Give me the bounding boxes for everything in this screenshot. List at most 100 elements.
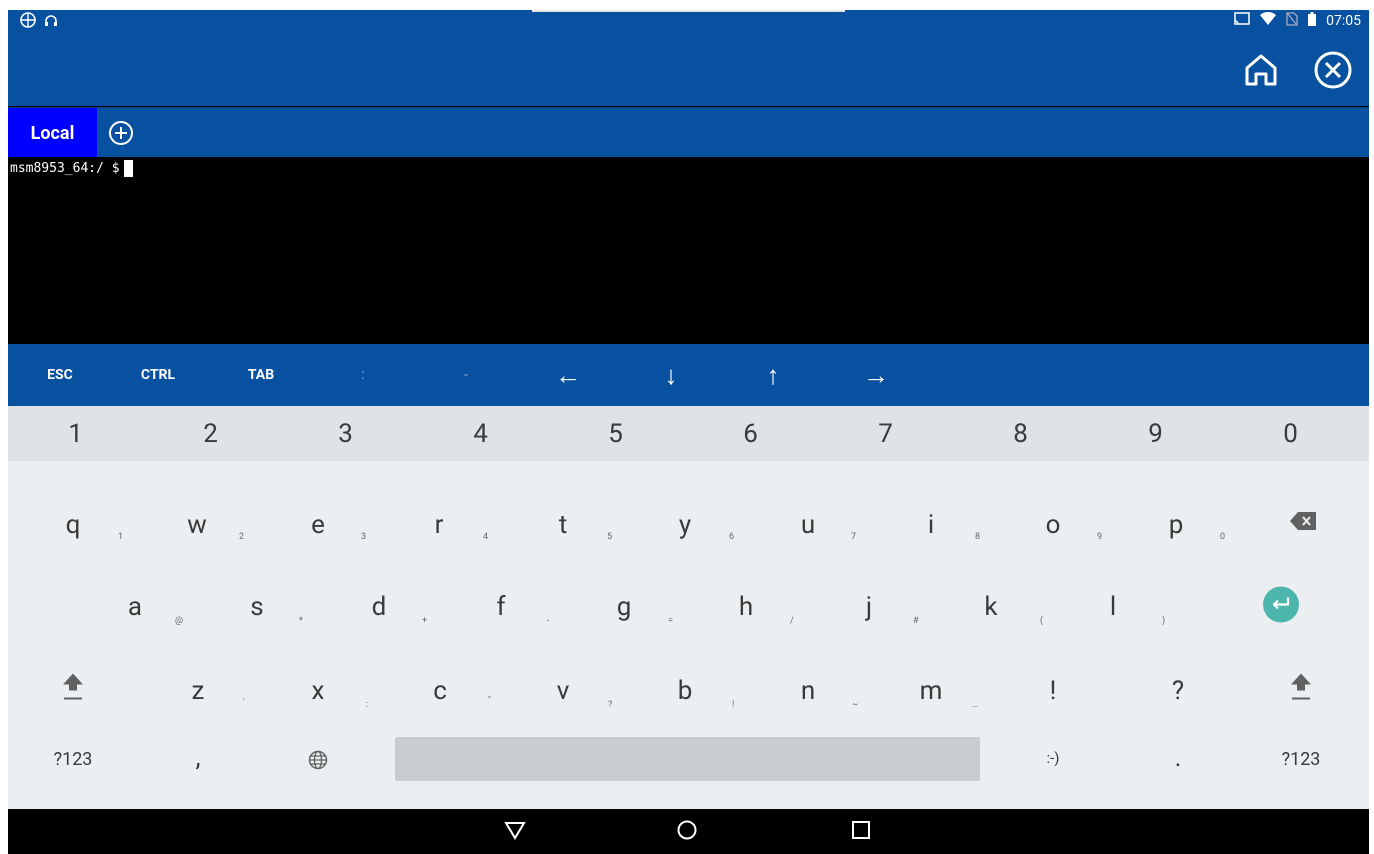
key-label: . [1174, 743, 1182, 773]
key-hint: 9 [1097, 532, 1103, 542]
enter-key[interactable] [1226, 574, 1336, 644]
key-label: u [800, 510, 816, 540]
key-i[interactable]: i 8 [876, 492, 986, 562]
key-u[interactable]: u 7 [753, 492, 863, 562]
key-h[interactable]: h / [691, 574, 801, 644]
symbols-left-key[interactable]: ?123 [18, 737, 128, 787]
shift-left-key[interactable] [18, 658, 128, 728]
key-hint: … [972, 700, 979, 710]
key-1[interactable]: 1 [8, 406, 143, 461]
key-hint: ' [243, 698, 245, 708]
key-label: e [311, 510, 325, 540]
arrow-down-key[interactable]: ↓ [651, 344, 691, 406]
key-o[interactable]: o 9 [998, 492, 1108, 562]
status-left-icons [20, 12, 58, 32]
colon-key[interactable]: : [348, 344, 378, 406]
key-label: b [677, 676, 693, 706]
key-f[interactable]: f - [446, 574, 556, 644]
tab-label: Local [30, 122, 75, 144]
key-z[interactable]: z ' [143, 658, 253, 728]
home-circle-icon[interactable] [676, 819, 698, 845]
terminal-view[interactable]: msm8953_64:/ $ [8, 157, 1369, 344]
arrow-left-key[interactable]: ← [548, 344, 588, 406]
recents-icon[interactable] [850, 819, 872, 845]
key-label: t [558, 510, 568, 540]
key-b[interactable]: b ! [630, 658, 740, 728]
tab-local[interactable]: Local [8, 108, 97, 158]
app-icon [20, 12, 36, 32]
backspace-icon [1290, 507, 1316, 537]
key-label: c [433, 676, 447, 706]
key-m[interactable]: m … [876, 658, 986, 728]
key-r[interactable]: r 4 [384, 492, 494, 562]
key-4[interactable]: 4 [413, 406, 548, 461]
ctrl-key[interactable]: CTRL [128, 344, 188, 406]
key-x[interactable]: x : [263, 658, 373, 728]
add-circle-icon[interactable] [108, 120, 134, 150]
key-k[interactable]: k ( [936, 574, 1046, 644]
key-3[interactable]: 3 [278, 406, 413, 461]
key-e[interactable]: e 3 [263, 492, 373, 562]
key-v[interactable]: v ? [508, 658, 618, 728]
key-d[interactable]: d + [324, 574, 434, 644]
key-c[interactable]: c " [385, 658, 495, 728]
key-9[interactable]: 9 [1088, 406, 1223, 461]
arrow-up-key[interactable]: ↑ [753, 344, 793, 406]
key-hint: / [790, 616, 794, 626]
key-label: ! [1049, 676, 1057, 706]
key-hint: 4 [483, 532, 489, 542]
tab-key[interactable]: TAB [231, 344, 291, 406]
terminal-line: msm8953_64:/ $ [10, 160, 133, 177]
key-hint: 2 [239, 532, 245, 542]
back-icon[interactable] [504, 819, 526, 845]
symbols-right-key[interactable]: ?123 [1246, 737, 1356, 787]
comma-key[interactable]: , [143, 737, 253, 787]
key-hint: = [668, 616, 673, 626]
key-label: n [800, 676, 816, 706]
key-j[interactable]: j # [814, 574, 924, 644]
key-hint: 5 [607, 532, 613, 542]
key-q[interactable]: q 1 [18, 492, 128, 562]
key-label: o [1045, 510, 1061, 540]
key-5[interactable]: 5 [548, 406, 683, 461]
key-label: k [984, 592, 998, 622]
key-w[interactable]: w 2 [142, 492, 252, 562]
key-6[interactable]: 6 [683, 406, 818, 461]
backspace-key[interactable] [1248, 492, 1358, 562]
period-key[interactable]: . [1123, 737, 1233, 787]
close-circle-icon[interactable] [1313, 50, 1353, 94]
key-y[interactable]: y 6 [630, 492, 740, 562]
key-exclamation[interactable]: ! [998, 658, 1108, 728]
key-l[interactable]: l ) [1058, 574, 1168, 644]
home-icon[interactable] [1241, 50, 1281, 94]
key-t[interactable]: t 5 [508, 492, 618, 562]
dash-key[interactable]: - [451, 344, 481, 406]
key-2[interactable]: 2 [143, 406, 278, 461]
status-notch [532, 10, 845, 12]
key-a[interactable]: a @ [80, 574, 190, 644]
key-n[interactable]: n ~ [753, 658, 863, 728]
key-label: q [65, 510, 81, 540]
key-question[interactable]: ? [1123, 658, 1233, 728]
arrow-right-key[interactable]: → [856, 344, 896, 406]
language-key[interactable] [263, 737, 373, 787]
key-0[interactable]: 0 [1223, 406, 1358, 461]
shift-right-key[interactable] [1246, 658, 1356, 728]
key-hint: ! [732, 700, 735, 710]
wifi-icon [1260, 11, 1277, 30]
globe-icon [308, 747, 328, 777]
key-hint: ) [1162, 616, 1166, 626]
key-p[interactable]: p 0 [1121, 492, 1231, 562]
key-label: j [865, 592, 873, 622]
space-bar[interactable] [395, 737, 980, 781]
key-label: h [738, 592, 754, 622]
key-7[interactable]: 7 [818, 406, 953, 461]
esc-key[interactable]: ESC [30, 344, 90, 406]
key-g[interactable]: g = [569, 574, 679, 644]
key-label: r [434, 510, 444, 540]
shift-icon [1290, 672, 1312, 709]
key-s[interactable]: s * [202, 574, 312, 644]
soft-keyboard: 1 2 3 4 5 6 7 8 9 0 q 1 w 2 e 3 r 4 t 5 … [8, 406, 1369, 809]
emoticon-key[interactable]: :-) [998, 737, 1108, 787]
key-8[interactable]: 8 [953, 406, 1088, 461]
